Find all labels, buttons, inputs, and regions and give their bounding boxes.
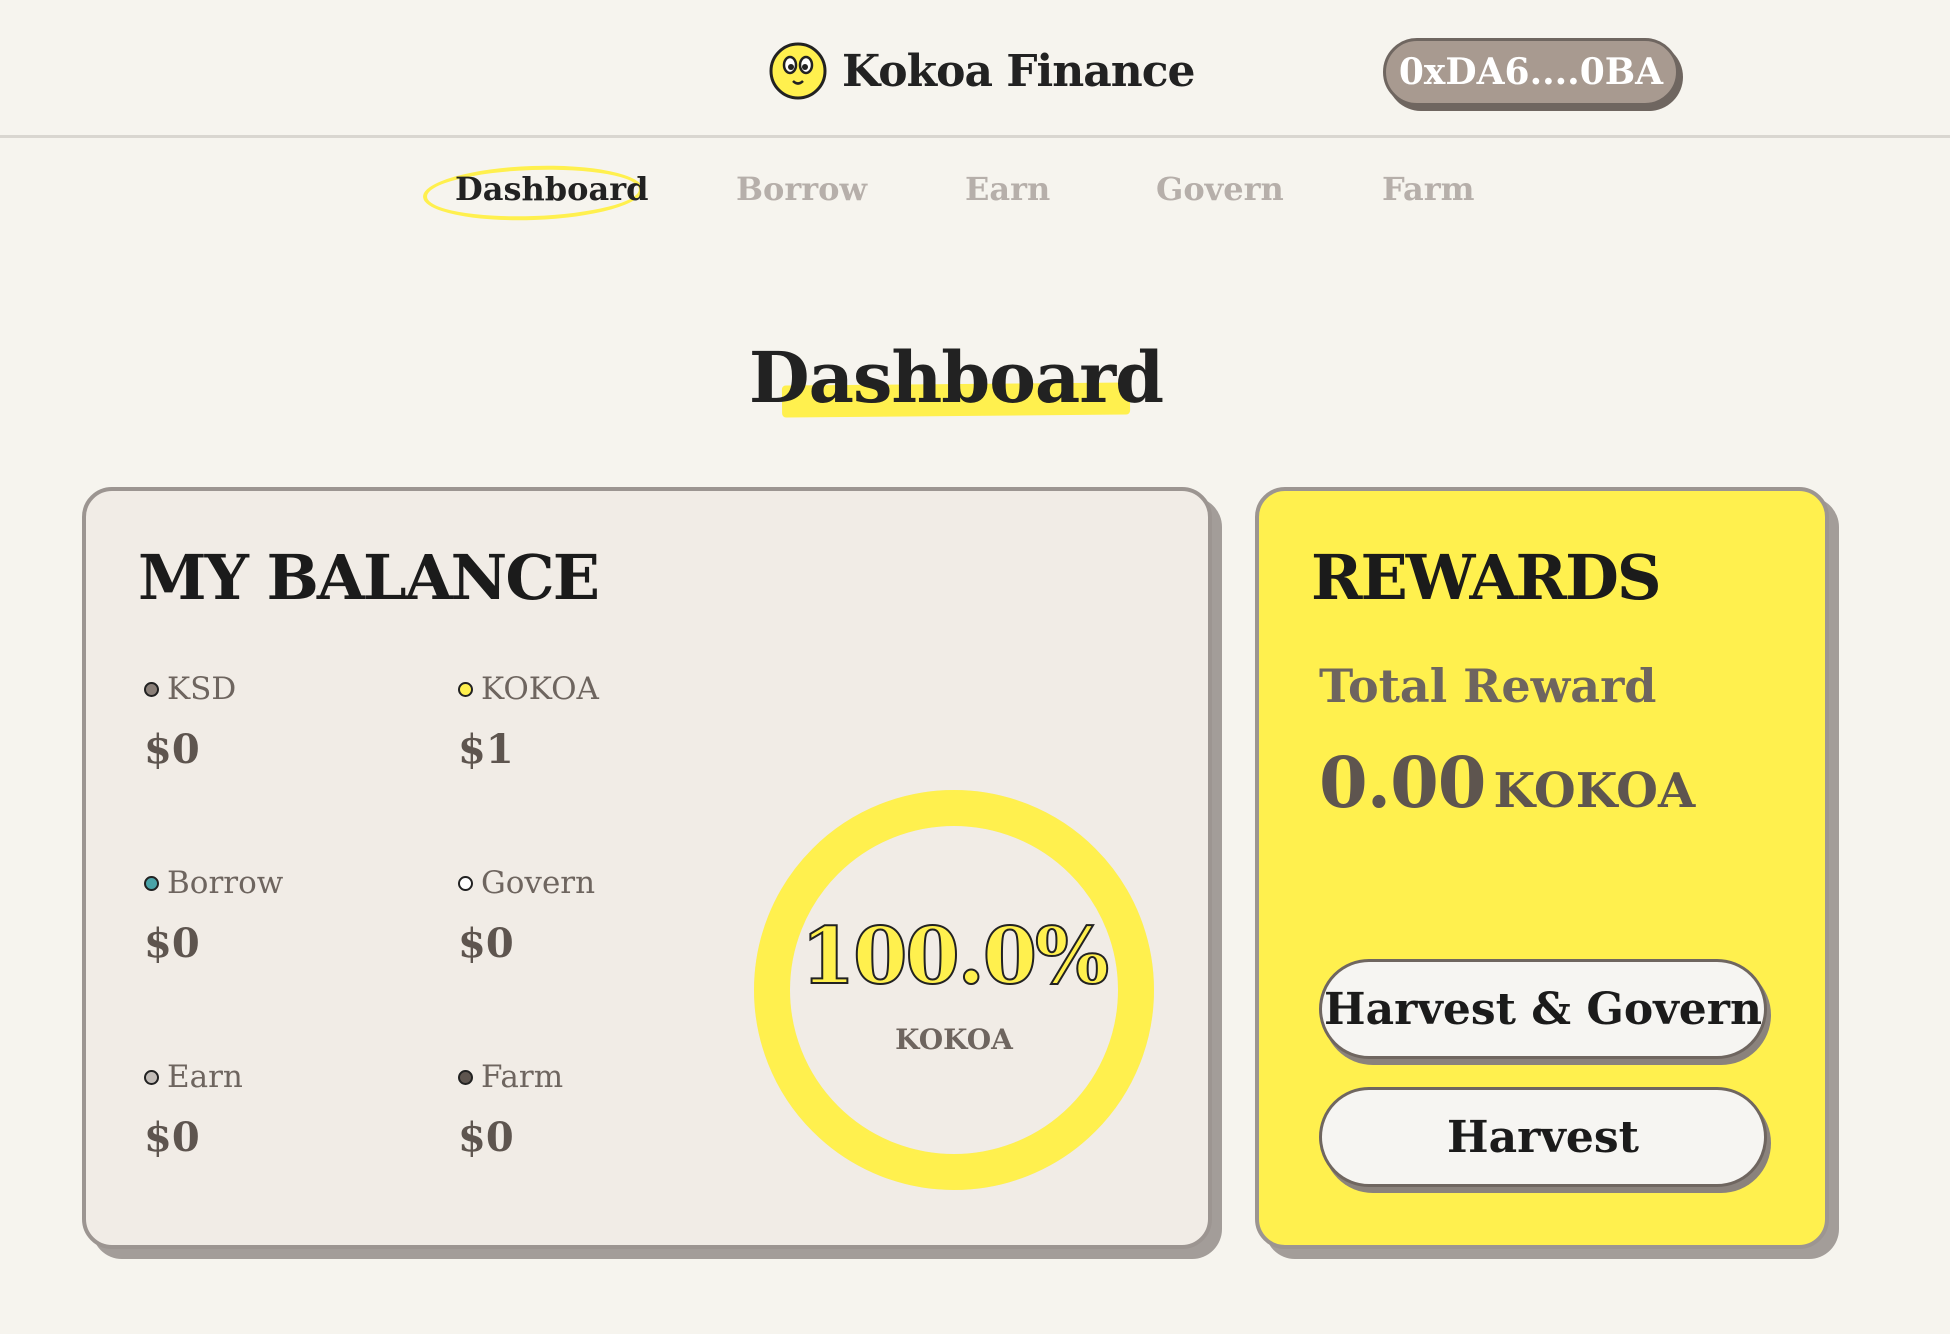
page-title: Dashboard <box>748 336 1164 419</box>
total-reward-value: 0.00 KOKOA <box>1319 741 1695 824</box>
harvest-and-govern-button[interactable]: Harvest & Govern <box>1319 959 1767 1059</box>
kokoa-dot-icon <box>458 681 473 697</box>
balance-value-govern: $0 <box>458 920 514 967</box>
total-reward-label: Total Reward <box>1319 659 1657 713</box>
nav-item-borrow[interactable]: Borrow <box>736 170 867 208</box>
balance-value-earn: $0 <box>144 1114 200 1161</box>
app-name: Kokoa Finance <box>842 45 1196 97</box>
donut-percent: 100.0% <box>800 910 1110 1003</box>
donut-label: KOKOA <box>895 1023 1013 1056</box>
earn-dot-icon <box>144 1069 159 1085</box>
nav-item-farm[interactable]: Farm <box>1382 170 1474 208</box>
wallet-address-button[interactable]: 0xDA6....0BA <box>1383 38 1679 106</box>
balance-value-borrow: $0 <box>144 920 200 967</box>
rewards-title: REWARDS <box>1311 541 1662 614</box>
balance-label-govern: Govern <box>458 865 595 901</box>
balance-label-earn: Earn <box>144 1059 243 1095</box>
balance-label-farm: Farm <box>458 1059 563 1095</box>
borrow-dot-icon <box>144 875 159 891</box>
reward-unit: KOKOA <box>1493 763 1696 819</box>
balance-label-kokoa: KOKOA <box>458 671 599 707</box>
nav-item-govern[interactable]: Govern <box>1156 170 1284 208</box>
rewards-card: REWARDS Total Reward 0.00 KOKOA Harvest &… <box>1255 487 1829 1249</box>
nav-item-earn[interactable]: Earn <box>965 170 1050 208</box>
govern-dot-icon <box>458 875 473 891</box>
balance-value-farm: $0 <box>458 1114 514 1161</box>
balance-title: MY BALANCE <box>138 541 600 614</box>
app-logo[interactable]: Kokoa Finance <box>768 40 1196 102</box>
ksd-dot-icon <box>144 681 159 697</box>
balance-value-kokoa: $1 <box>458 726 514 773</box>
farm-dot-icon <box>458 1069 473 1085</box>
reward-amount: 0.00 <box>1319 741 1486 824</box>
balance-value-ksd: $0 <box>144 726 200 773</box>
balance-label-borrow: Borrow <box>144 865 283 901</box>
harvest-button[interactable]: Harvest <box>1319 1087 1767 1187</box>
nav-item-dashboard[interactable]: Dashboard <box>455 170 648 208</box>
smiley-face-icon <box>769 42 827 100</box>
balance-label-ksd: KSD <box>144 671 236 707</box>
my-balance-card: MY BALANCE KSD $0 KOKOA $1 Borrow $0 Gov… <box>82 487 1212 1249</box>
top-header: Kokoa Finance 0xDA6....0BA <box>0 0 1950 138</box>
